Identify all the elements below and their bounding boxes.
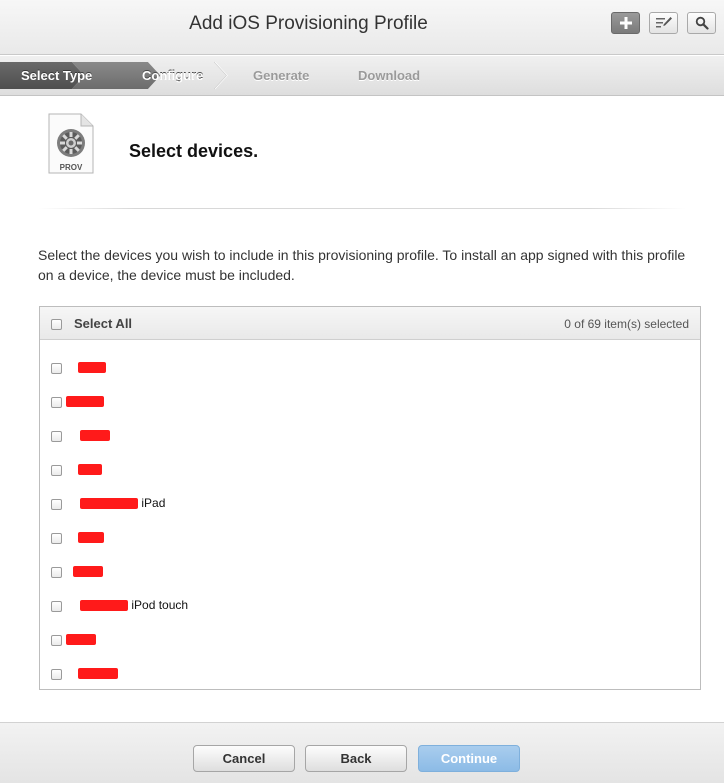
- instructions-text: Select the devices you wish to include i…: [38, 247, 686, 283]
- device-row[interactable]: [40, 520, 700, 554]
- divider: [38, 208, 686, 209]
- device-name: [76, 360, 106, 374]
- device-checkbox[interactable]: [51, 533, 62, 544]
- window-title: Add iOS Provisioning Profile: [189, 13, 428, 34]
- device-checkbox[interactable]: [51, 635, 62, 646]
- redacted-text: [78, 362, 106, 374]
- device-checkbox[interactable]: [51, 397, 62, 408]
- device-row[interactable]: [40, 554, 700, 588]
- device-name-suffix: iPad: [141, 496, 166, 510]
- device-table: Select All 0 of 69 item(s) selected iPad…: [39, 306, 701, 690]
- device-row[interactable]: iPad: [40, 486, 700, 520]
- search-icon: [695, 16, 709, 30]
- device-checkbox[interactable]: [51, 499, 62, 510]
- redacted-text: [73, 566, 103, 578]
- device-name: iPad: [76, 496, 165, 510]
- device-table-header: Select All 0 of 69 item(s) selected: [40, 307, 700, 340]
- device-checkbox[interactable]: [51, 567, 62, 578]
- redacted-text: [80, 600, 128, 612]
- step-download: Download: [358, 68, 421, 83]
- device-name: [76, 666, 118, 680]
- selection-count: 0 of 69 item(s) selected: [564, 317, 689, 331]
- device-name: [76, 428, 110, 442]
- device-name-suffix: iPod touch: [131, 598, 189, 612]
- cancel-button[interactable]: Cancel: [193, 745, 295, 772]
- device-name: iPod touch: [76, 598, 188, 612]
- redacted-text: [80, 498, 138, 510]
- plus-icon: [619, 17, 632, 29]
- prov-icon-label: PROV: [60, 163, 83, 172]
- redacted-text: [78, 464, 102, 476]
- device-name: [76, 462, 102, 476]
- device-row[interactable]: [40, 350, 700, 384]
- step-bar: Select Type Configure Generate Download: [0, 56, 724, 96]
- window-titlebar: Add iOS Provisioning Profile: [0, 0, 724, 55]
- redacted-text: [66, 634, 96, 646]
- device-checkbox[interactable]: [51, 431, 62, 442]
- redacted-text: [80, 430, 110, 442]
- device-name: [66, 394, 104, 408]
- provisioning-profile-icon: PROV: [48, 113, 94, 174]
- device-row[interactable]: [40, 656, 700, 690]
- edit-icon: [655, 17, 672, 28]
- device-checkbox[interactable]: [51, 669, 62, 680]
- search-button[interactable]: [687, 12, 716, 34]
- device-row[interactable]: [40, 384, 700, 418]
- device-name: [66, 632, 96, 646]
- select-all-checkbox[interactable]: [51, 319, 62, 330]
- redacted-text: [66, 396, 104, 408]
- step-separator: [214, 61, 228, 90]
- footer-bar: Cancel Back Continue: [0, 722, 724, 783]
- device-row[interactable]: iPod touch: [40, 588, 700, 622]
- device-name: [76, 530, 104, 544]
- device-checkbox[interactable]: [51, 465, 62, 476]
- step-separator: [214, 61, 228, 90]
- add-button[interactable]: [611, 12, 640, 34]
- step-configure[interactable]: Configure: [142, 56, 203, 95]
- select-all-label[interactable]: Select All: [74, 316, 132, 331]
- device-row[interactable]: [40, 418, 700, 452]
- continue-button[interactable]: Continue: [418, 745, 520, 772]
- step-select-type[interactable]: Select Type: [21, 56, 92, 95]
- page-heading: Select devices.: [129, 141, 259, 161]
- redacted-text: [78, 668, 118, 680]
- redacted-text: [78, 532, 104, 544]
- device-row[interactable]: [40, 452, 700, 486]
- edit-button[interactable]: [649, 12, 678, 34]
- device-name: [73, 564, 103, 578]
- device-checkbox[interactable]: [51, 601, 62, 612]
- back-button[interactable]: Back: [305, 745, 407, 772]
- device-row[interactable]: [40, 622, 700, 656]
- step-generate: Generate: [253, 68, 310, 83]
- device-checkbox[interactable]: [51, 363, 62, 374]
